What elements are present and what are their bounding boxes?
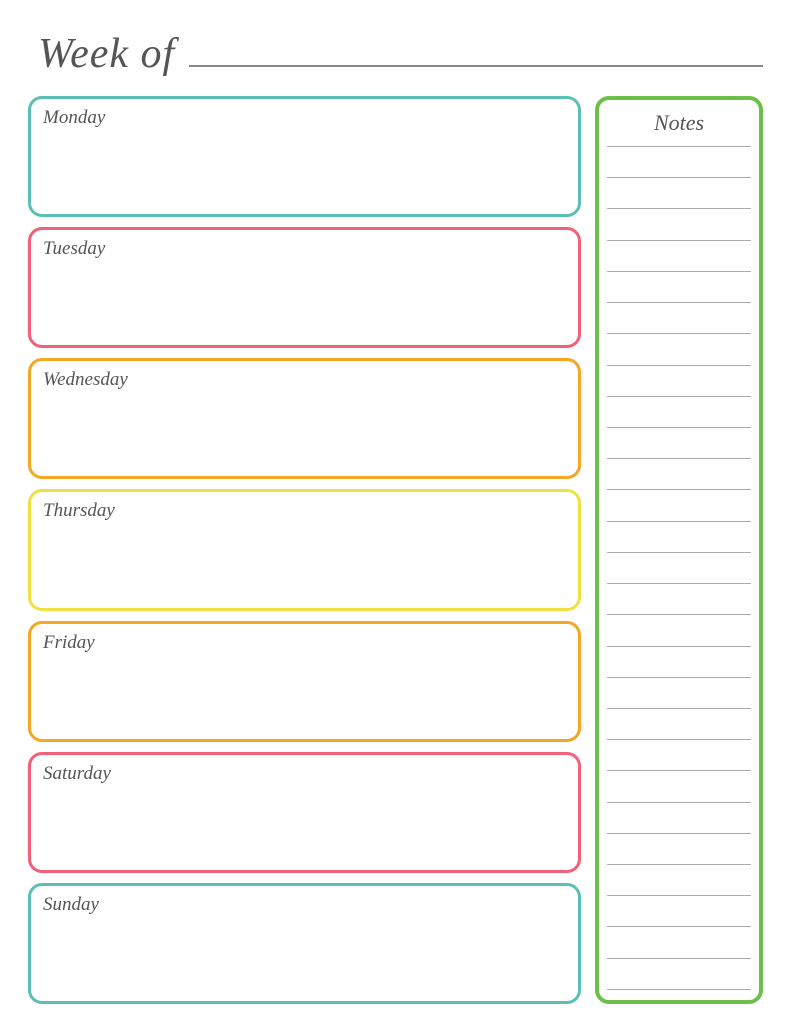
notes-line bbox=[607, 552, 751, 553]
notes-line bbox=[607, 333, 751, 334]
week-of-label: Week of bbox=[38, 30, 175, 78]
day-box-monday[interactable]: Monday bbox=[28, 96, 581, 217]
notes-line bbox=[607, 926, 751, 927]
notes-line bbox=[607, 396, 751, 397]
weekly-planner-page: Week of Monday Tuesday Wednesday Thursday Fr… bbox=[0, 0, 791, 1024]
main-content: Monday Tuesday Wednesday Thursday Friday Satu… bbox=[28, 96, 763, 1004]
notes-line bbox=[607, 365, 751, 366]
day-box-tuesday[interactable]: Tuesday bbox=[28, 227, 581, 348]
day-box-wednesday[interactable]: Wednesday bbox=[28, 358, 581, 479]
notes-line bbox=[607, 583, 751, 584]
day-label-monday: Monday bbox=[43, 107, 566, 129]
notes-line bbox=[607, 770, 751, 771]
notes-lines bbox=[607, 146, 751, 990]
day-box-thursday[interactable]: Thursday bbox=[28, 489, 581, 610]
notes-line bbox=[607, 677, 751, 678]
day-box-saturday[interactable]: Saturday bbox=[28, 752, 581, 873]
notes-line bbox=[607, 208, 751, 209]
week-of-underline bbox=[189, 65, 763, 67]
notes-column[interactable]: Notes bbox=[595, 96, 763, 1004]
notes-title: Notes bbox=[607, 110, 751, 136]
notes-line bbox=[607, 489, 751, 490]
notes-line bbox=[607, 989, 751, 990]
notes-line bbox=[607, 864, 751, 865]
day-box-sunday[interactable]: Sunday bbox=[28, 883, 581, 1004]
day-label-sunday: Sunday bbox=[43, 894, 566, 916]
notes-line bbox=[607, 958, 751, 959]
day-label-thursday: Thursday bbox=[43, 500, 566, 522]
day-label-saturday: Saturday bbox=[43, 763, 566, 785]
day-box-friday[interactable]: Friday bbox=[28, 621, 581, 742]
day-label-friday: Friday bbox=[43, 632, 566, 654]
day-label-tuesday: Tuesday bbox=[43, 238, 566, 260]
notes-line bbox=[607, 833, 751, 834]
days-column: Monday Tuesday Wednesday Thursday Friday Satu… bbox=[28, 96, 581, 1004]
notes-line bbox=[607, 708, 751, 709]
notes-line bbox=[607, 146, 751, 147]
notes-line bbox=[607, 646, 751, 647]
header: Week of bbox=[28, 30, 763, 78]
notes-line bbox=[607, 458, 751, 459]
notes-line bbox=[607, 802, 751, 803]
day-label-wednesday: Wednesday bbox=[43, 369, 566, 391]
notes-line bbox=[607, 427, 751, 428]
notes-line bbox=[607, 521, 751, 522]
notes-line bbox=[607, 240, 751, 241]
notes-line bbox=[607, 177, 751, 178]
notes-line bbox=[607, 739, 751, 740]
notes-line bbox=[607, 271, 751, 272]
notes-line bbox=[607, 614, 751, 615]
notes-line bbox=[607, 302, 751, 303]
notes-line bbox=[607, 895, 751, 896]
